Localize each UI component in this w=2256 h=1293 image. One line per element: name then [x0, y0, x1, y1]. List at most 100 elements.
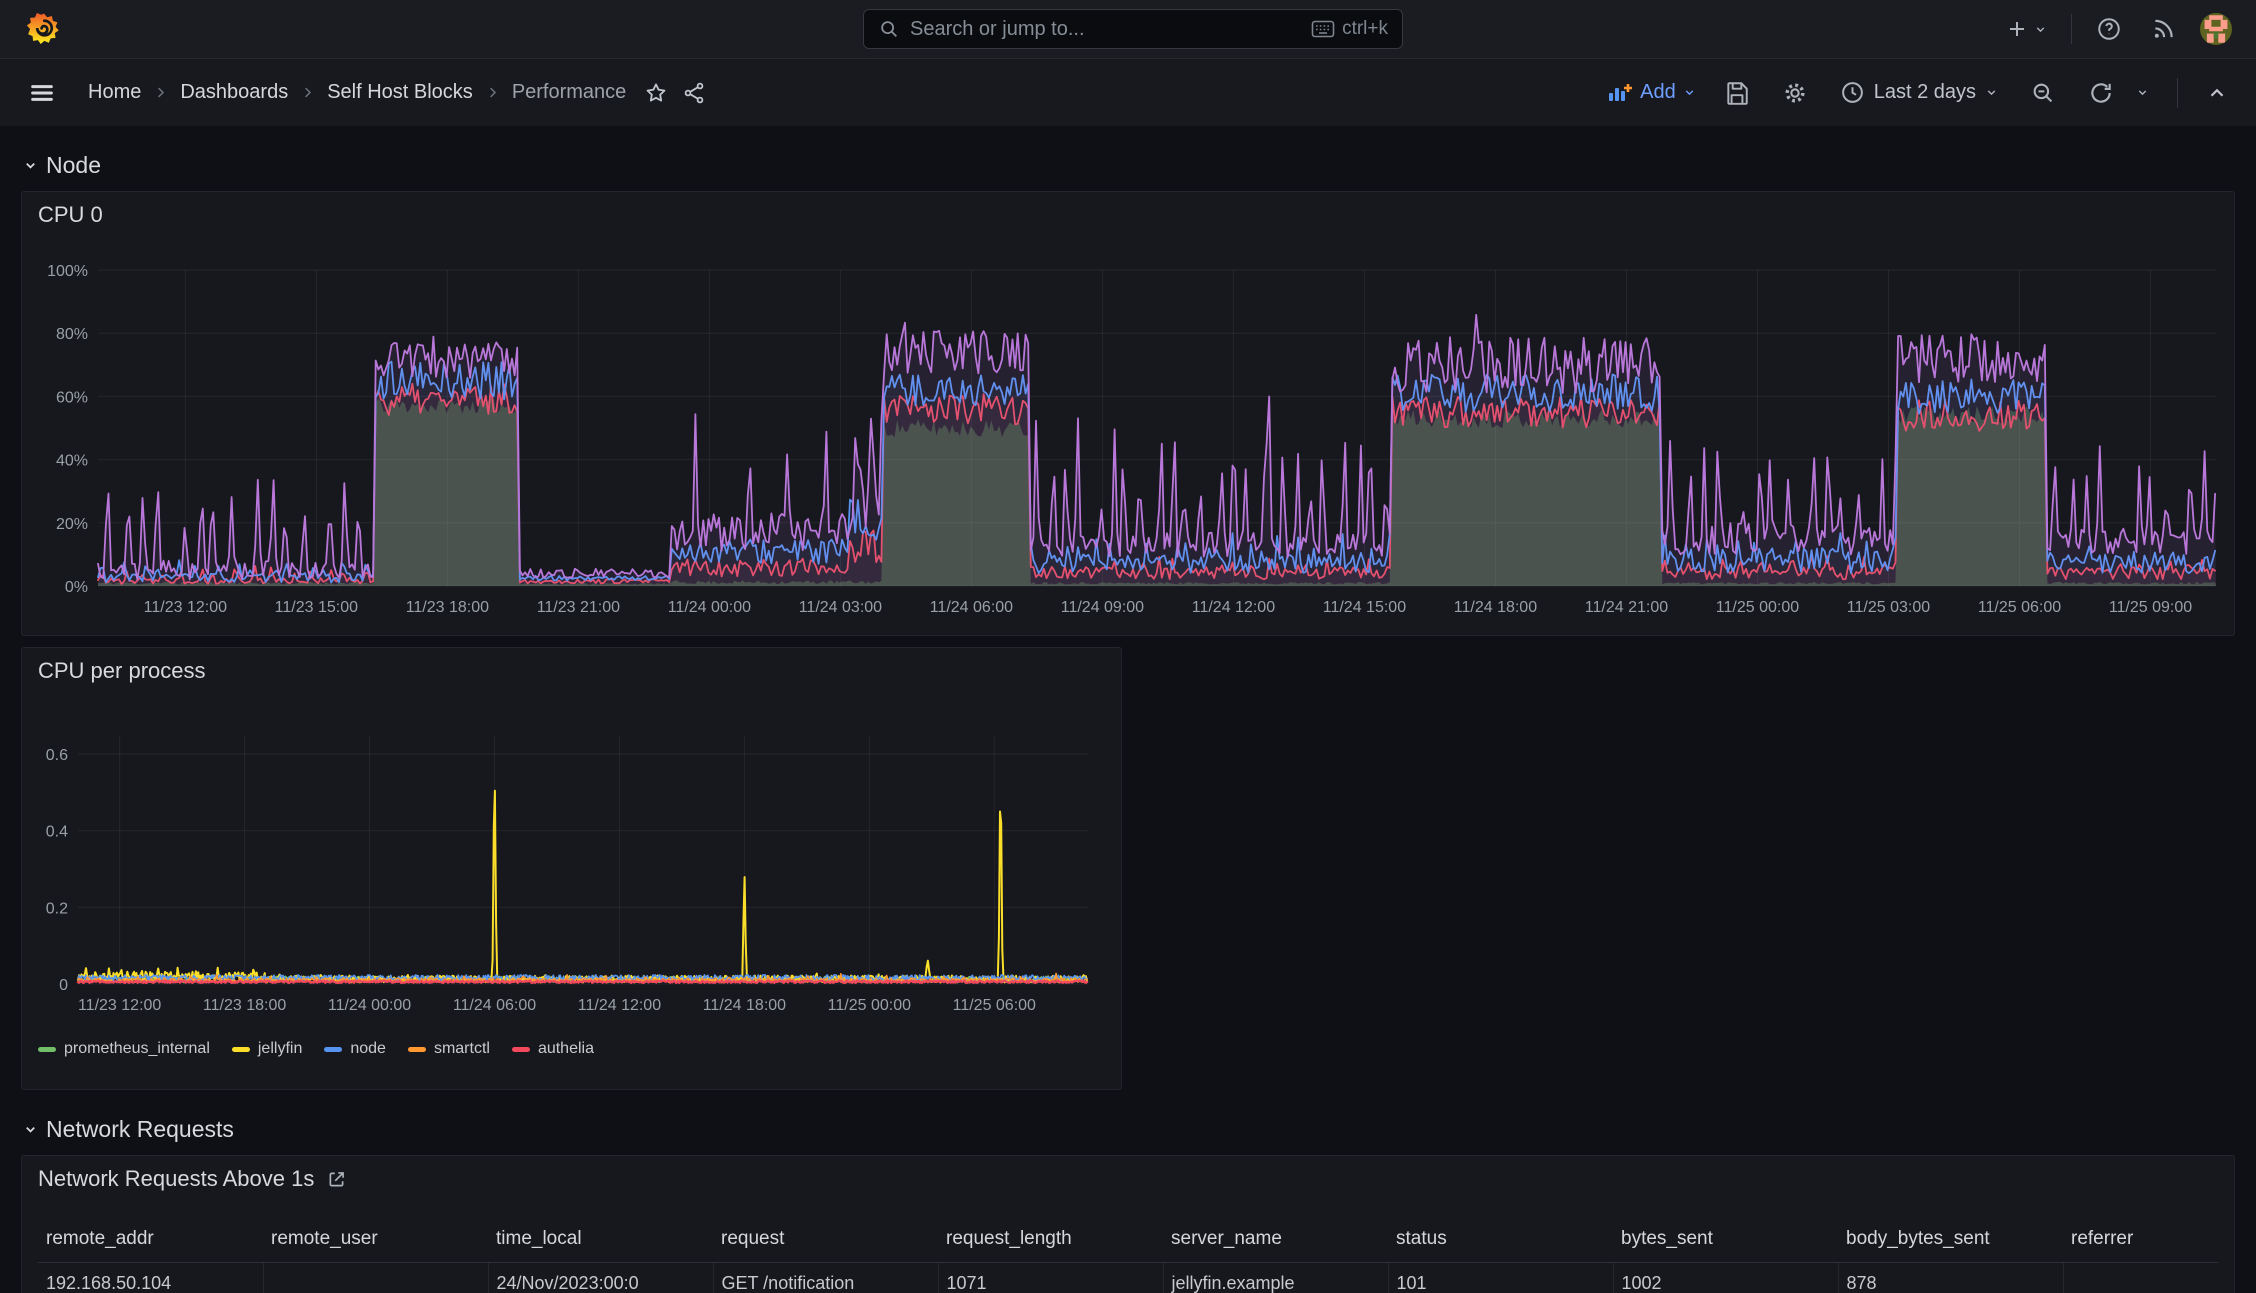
breadcrumb-home[interactable]: Home [88, 81, 141, 104]
refresh-button[interactable] [2084, 76, 2118, 110]
legend-swatch-icon [324, 1046, 343, 1052]
table-cell: 1071 [938, 1262, 1164, 1293]
chevron-down-icon [26, 1127, 35, 1133]
table-column-header[interactable]: request [713, 1214, 938, 1263]
chevron-right-icon [485, 85, 500, 100]
topbar-divider [2071, 14, 2072, 44]
top-bar: ctrl+k [0, 0, 2256, 59]
legend-item[interactable]: node [324, 1040, 386, 1058]
global-search[interactable]: ctrl+k [863, 9, 1403, 49]
table-cell [263, 1262, 489, 1293]
hamburger-icon [31, 84, 53, 101]
new-button[interactable] [2001, 13, 2051, 45]
svg-text:11/25 00:00: 11/25 00:00 [828, 997, 911, 1014]
table-cell [2063, 1263, 2218, 1293]
panel-cpu0-title[interactable]: CPU 0 [38, 202, 103, 228]
table-cell: jellyfin.example [1163, 1262, 1389, 1293]
legend-swatch-icon [511, 1046, 530, 1052]
cpu-per-process-chart[interactable]: 0 0.2 0.4 0.6 11/23 12:00 11/23 18:00 11/24 00… [38, 686, 1107, 1026]
table-column-header[interactable]: remote_addr [38, 1214, 263, 1263]
svg-text:11/24 15:00: 11/24 15:00 [1323, 599, 1406, 616]
svg-text:0%: 0% [65, 579, 88, 596]
legend-label: authelia [537, 1040, 594, 1057]
svg-text:11/24 21:00: 11/24 21:00 [1585, 599, 1668, 616]
table-cell: 24/Nov/2023:00:0 [488, 1262, 714, 1293]
table-cell: 101 [1388, 1262, 1614, 1293]
share-dashboard-button[interactable] [678, 77, 710, 109]
breadcrumb-current: Performance [511, 81, 627, 103]
clock-icon [1841, 82, 1863, 103]
save-dashboard-button[interactable] [1720, 76, 1754, 110]
collapse-toolbar-button[interactable] [2202, 78, 2232, 108]
legend-item[interactable]: smartctl [407, 1040, 490, 1058]
svg-text:11/23 18:00: 11/23 18:00 [203, 997, 286, 1014]
legend-item[interactable]: authelia [511, 1040, 594, 1058]
svg-text:11/23 21:00: 11/23 21:00 [537, 599, 620, 616]
dashboard-canvas: Node CPU 0 0% 20% 40% 60% 80% 100% 11/23 12:00… [0, 152, 2256, 1293]
table-body: 192.168.50.104 24/Nov/2023:00:0 GET /notif… [38, 1262, 2218, 1293]
external-link-icon [329, 1171, 345, 1186]
keyboard-icon [1311, 20, 1335, 38]
question-circle-icon [2098, 18, 2120, 40]
help-button[interactable] [2092, 12, 2126, 46]
user-avatar[interactable] [2200, 13, 2232, 45]
add-panel-icon [1609, 83, 1633, 101]
zoom-out-time-button[interactable] [2026, 76, 2060, 110]
zoom-out-icon [2033, 83, 2053, 102]
svg-text:11/25 06:00: 11/25 06:00 [953, 997, 1036, 1014]
legend-swatch-icon [38, 1046, 56, 1052]
dashboard-nav-bar: Home Dashboards Self Host Blocks Perform… [0, 59, 2256, 126]
star-dashboard-button[interactable] [640, 77, 672, 109]
plus-icon [2010, 22, 2024, 36]
star-icon [646, 83, 666, 101]
table-cell: 1002 [1613, 1262, 1839, 1293]
table-column-header[interactable]: status [1388, 1214, 1613, 1263]
row-header-network-requests[interactable]: Network Requests [23, 1116, 2235, 1143]
menu-toggle-button[interactable] [24, 75, 60, 111]
legend-item[interactable]: jellyfin [231, 1040, 302, 1058]
table-row: 192.168.50.104 24/Nov/2023:00:0 GET /notif… [38, 1262, 2218, 1293]
breadcrumb-folder[interactable]: Self Host Blocks [327, 81, 473, 104]
svg-text:11/23 18:00: 11/23 18:00 [406, 599, 489, 616]
svg-text:11/24 00:00: 11/24 00:00 [328, 997, 411, 1014]
news-button[interactable] [2146, 12, 2180, 46]
refresh-interval-button[interactable] [2132, 82, 2153, 103]
panel-network-requests-title[interactable]: Network Requests Above 1s [38, 1166, 347, 1192]
toolbar-divider [2177, 77, 2178, 108]
panel-cpu-process-title[interactable]: CPU per process [38, 658, 206, 684]
search-input[interactable] [910, 17, 1302, 41]
add-panel-button[interactable]: Add [1607, 81, 1696, 105]
gear-icon [1785, 82, 1805, 103]
table-cell: 878 [1838, 1262, 2064, 1293]
table-column-header[interactable]: remote_user [263, 1214, 488, 1263]
legend-item[interactable]: prometheus_internal [38, 1040, 210, 1058]
svg-text:11/24 03:00: 11/24 03:00 [799, 599, 882, 616]
row-header-node[interactable]: Node [23, 152, 2235, 179]
time-range-picker[interactable]: Last 2 days [1836, 76, 2002, 109]
dashboard-settings-button[interactable] [1778, 76, 1812, 110]
table-column-header[interactable]: referrer [2063, 1214, 2218, 1263]
chevron-down-icon [1987, 90, 1996, 96]
chevron-down-icon [2036, 26, 2045, 32]
save-icon [1727, 81, 1748, 105]
network-requests-table: remote_addr remote_user time_local request r… [38, 1214, 2218, 1293]
legend-label: prometheus_internal [64, 1040, 210, 1057]
add-label: Add [1640, 81, 1676, 103]
cpu0-chart[interactable]: 0% 20% 40% 60% 80% 100% 11/23 12:00 11/23 15:00… [38, 230, 2220, 630]
table-column-header[interactable]: server_name [1163, 1214, 1388, 1263]
chevron-up-icon [2210, 88, 2224, 97]
svg-text:11/23 12:00: 11/23 12:00 [144, 599, 227, 616]
svg-text:20%: 20% [56, 516, 88, 533]
table-column-header[interactable]: bytes_sent [1613, 1214, 1838, 1263]
table-column-header[interactable]: request_length [938, 1214, 1163, 1263]
svg-text:11/24 09:00: 11/24 09:00 [1061, 599, 1144, 616]
svg-text:11/24 18:00: 11/24 18:00 [703, 997, 786, 1014]
grafana-logo[interactable] [24, 9, 64, 49]
svg-text:11/25 09:00: 11/25 09:00 [2109, 599, 2192, 616]
breadcrumb-dashboards[interactable]: Dashboards [180, 81, 288, 104]
table-column-header[interactable]: body_bytes_sent [1838, 1214, 2063, 1263]
svg-text:0.2: 0.2 [46, 900, 68, 917]
table-column-header[interactable]: time_local [488, 1214, 713, 1263]
share-icon [685, 82, 704, 103]
panel-cpu0: CPU 0 0% 20% 40% 60% 80% 100% 11/23 12:00 11/23… [21, 191, 2235, 636]
